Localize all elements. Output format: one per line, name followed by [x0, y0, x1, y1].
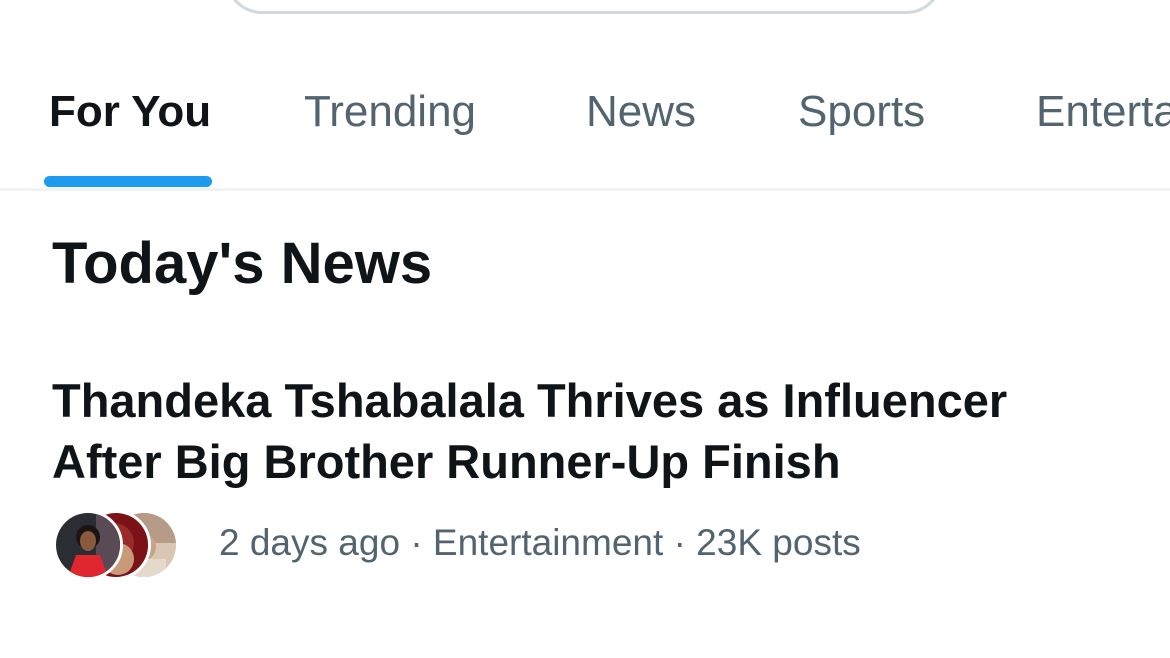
avatar	[53, 510, 123, 580]
news-item[interactable]: Thandeka Tshabalala Thrives as Influence…	[0, 360, 1170, 600]
news-headline[interactable]: Thandeka Tshabalala Thrives as Influence…	[52, 370, 1142, 492]
explore-tabs: For You Trending News Sports Entertainme…	[0, 56, 1170, 188]
news-headline-line-2: After Big Brother Runner-Up Finish	[52, 435, 841, 488]
active-tab-indicator	[44, 176, 212, 187]
avatar-stack	[53, 510, 195, 580]
tab-entertainment[interactable]: Entertainment	[1036, 82, 1170, 142]
tabs-divider	[0, 188, 1170, 191]
news-category: Entertainment	[432, 522, 664, 563]
search-input[interactable]	[225, 0, 943, 14]
tab-trending[interactable]: Trending	[304, 82, 476, 142]
news-time: 2 days ago	[219, 522, 401, 563]
news-meta: 2 days ago · Entertainment · 23K posts	[219, 516, 861, 570]
news-post-count: 23K posts	[696, 522, 861, 563]
news-headline-line-1: Thandeka Tshabalala Thrives as Influence…	[52, 374, 1008, 427]
meta-separator: ·	[410, 522, 423, 563]
explore-page: For You Trending News Sports Entertainme…	[0, 0, 1170, 658]
tab-news[interactable]: News	[586, 82, 696, 142]
tab-for-you[interactable]: For You	[49, 82, 211, 142]
tab-sports[interactable]: Sports	[798, 82, 925, 142]
section-title: Today's News	[52, 231, 433, 296]
meta-separator: ·	[673, 522, 686, 563]
